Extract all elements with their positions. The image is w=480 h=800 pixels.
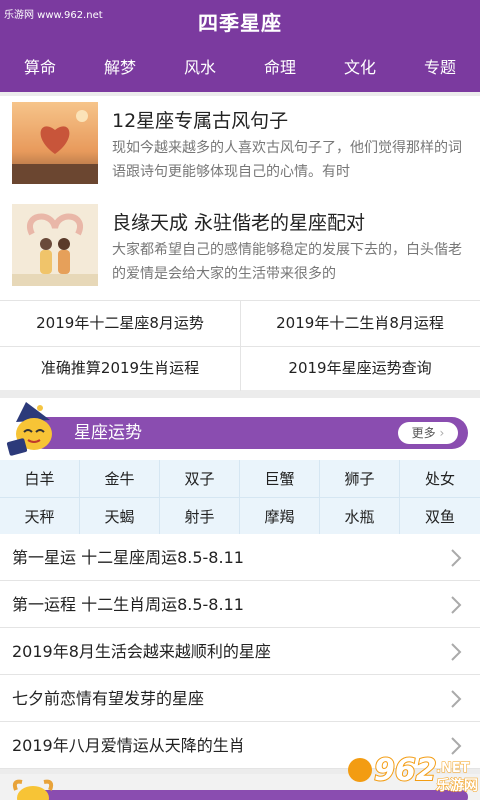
zodiac-sagittarius[interactable]: 射手	[160, 498, 240, 536]
zodiac-aquarius[interactable]: 水瓶	[320, 498, 400, 536]
category-nav: 算命 解梦 风水 命理 文化 专题	[0, 46, 480, 92]
list-item[interactable]: 七夕前恋情有望发芽的星座	[0, 675, 480, 722]
wizard-mascot-icon	[4, 400, 72, 458]
list-item-title: 七夕前恋情有望发芽的星座	[12, 689, 205, 708]
list-item-title: 第一运程 十二生肖周运8.5-8.11	[12, 595, 244, 614]
nav-item-fengshui[interactable]: 风水	[160, 46, 240, 92]
brand-name: 乐游网	[436, 777, 478, 794]
brand-tld: .NET	[436, 761, 470, 776]
link-shengxiao-2019[interactable]: 准确推算2019生肖运程	[0, 346, 240, 391]
ram-mascot-icon	[8, 776, 58, 800]
zodiac-pisces[interactable]: 双鱼	[400, 498, 480, 536]
link-zodiac-august[interactable]: 2019年十二星座8月运势	[0, 301, 240, 346]
more-label: 更多	[411, 426, 436, 440]
zodiac-capricorn[interactable]: 摩羯	[240, 498, 320, 536]
nav-item-dream[interactable]: 解梦	[80, 46, 160, 92]
more-button[interactable]: 更多 ›	[398, 422, 458, 444]
chevron-right-icon: ›	[439, 426, 445, 440]
list-item[interactable]: 2019年8月生活会越来越顺利的星座	[0, 628, 480, 675]
zodiac-grid: 白羊 金牛 双子 巨蟹 狮子 处女 天秤 天蝎 射手 摩羯 水瓶 双鱼	[0, 460, 480, 536]
app-screen: 四季星座 乐游网 www.962.net 算命 解梦 风水 命理 文化 专题 1…	[0, 0, 480, 800]
article-thumbnail-couple	[12, 204, 98, 286]
zodiac-virgo[interactable]: 处女	[400, 460, 480, 498]
article-item[interactable]: 良缘天成 永驻偕老的星座配对 大家都希望自己的感情能够稳定的发展下去的，白头偕老…	[0, 198, 480, 300]
zodiac-taurus[interactable]: 金牛	[80, 460, 160, 498]
zodiac-cancer[interactable]: 巨蟹	[240, 460, 320, 498]
nav-item-culture[interactable]: 文化	[320, 46, 400, 92]
article-item[interactable]: 12星座专属古风句子 现如今越来越多的人喜欢古风句子了，他们觉得那样的词语跟诗句…	[0, 96, 480, 198]
nav-item-fortune[interactable]: 算命	[0, 46, 80, 92]
zodiac-aries[interactable]: 白羊	[0, 460, 80, 498]
chevron-right-icon	[451, 643, 462, 661]
zodiac-section-header: 星座运势 更多 ›	[0, 398, 480, 460]
watermark-text: 乐游网 www.962.net	[4, 10, 103, 21]
article-title: 良缘天成 永驻偕老的星座配对	[112, 212, 366, 234]
article-title: 12星座专属古风句子	[112, 110, 289, 132]
article-list: 第一星运 十二星座周运8.5-8.11 第一运程 十二生肖周运8.5-8.11 …	[0, 534, 480, 769]
list-item-title: 2019年八月爱情运从天降的生肖	[12, 736, 245, 755]
link-shengxiao-august[interactable]: 2019年十二生肖8月运程	[240, 301, 480, 346]
chevron-right-icon	[451, 596, 462, 614]
nav-item-topics[interactable]: 专题	[400, 46, 480, 92]
zodiac-gemini[interactable]: 双子	[160, 460, 240, 498]
zodiac-scorpio[interactable]: 天蝎	[80, 498, 160, 536]
zodiac-libra[interactable]: 天秤	[0, 498, 80, 536]
article-thumbnail-heart	[12, 102, 98, 184]
list-item[interactable]: 第一运程 十二生肖周运8.5-8.11	[0, 581, 480, 628]
list-item-title: 第一星运 十二星座周运8.5-8.11	[12, 548, 244, 567]
zodiac-leo[interactable]: 狮子	[320, 460, 400, 498]
list-item-title: 2019年8月生活会越来越顺利的星座	[12, 642, 271, 661]
article-desc: 大家都希望自己的感情能够稳定的发展下去的，白头偕老的爱情是会给大家的生活带来很多…	[112, 242, 462, 282]
list-item[interactable]: 第一星运 十二星座周运8.5-8.11	[0, 534, 480, 581]
app-header: 四季星座 乐游网 www.962.net	[0, 0, 480, 46]
site-brand-logo: 962 .NET 乐游网	[340, 740, 480, 800]
link-zodiac-query[interactable]: 2019年星座运势查询	[240, 346, 480, 391]
article-desc: 现如今越来越多的人喜欢古风句子了，他们觉得那样的词语跟诗句更能够体现自己的心情。…	[112, 140, 462, 180]
nav-item-destiny[interactable]: 命理	[240, 46, 320, 92]
chevron-right-icon	[451, 549, 462, 567]
quick-links: 2019年十二星座8月运势 2019年十二生肖8月运程 准确推算2019生肖运程…	[0, 300, 480, 391]
chevron-right-icon	[451, 690, 462, 708]
section-title: 星座运势	[74, 423, 142, 443]
brand-number: 962	[374, 753, 437, 788]
